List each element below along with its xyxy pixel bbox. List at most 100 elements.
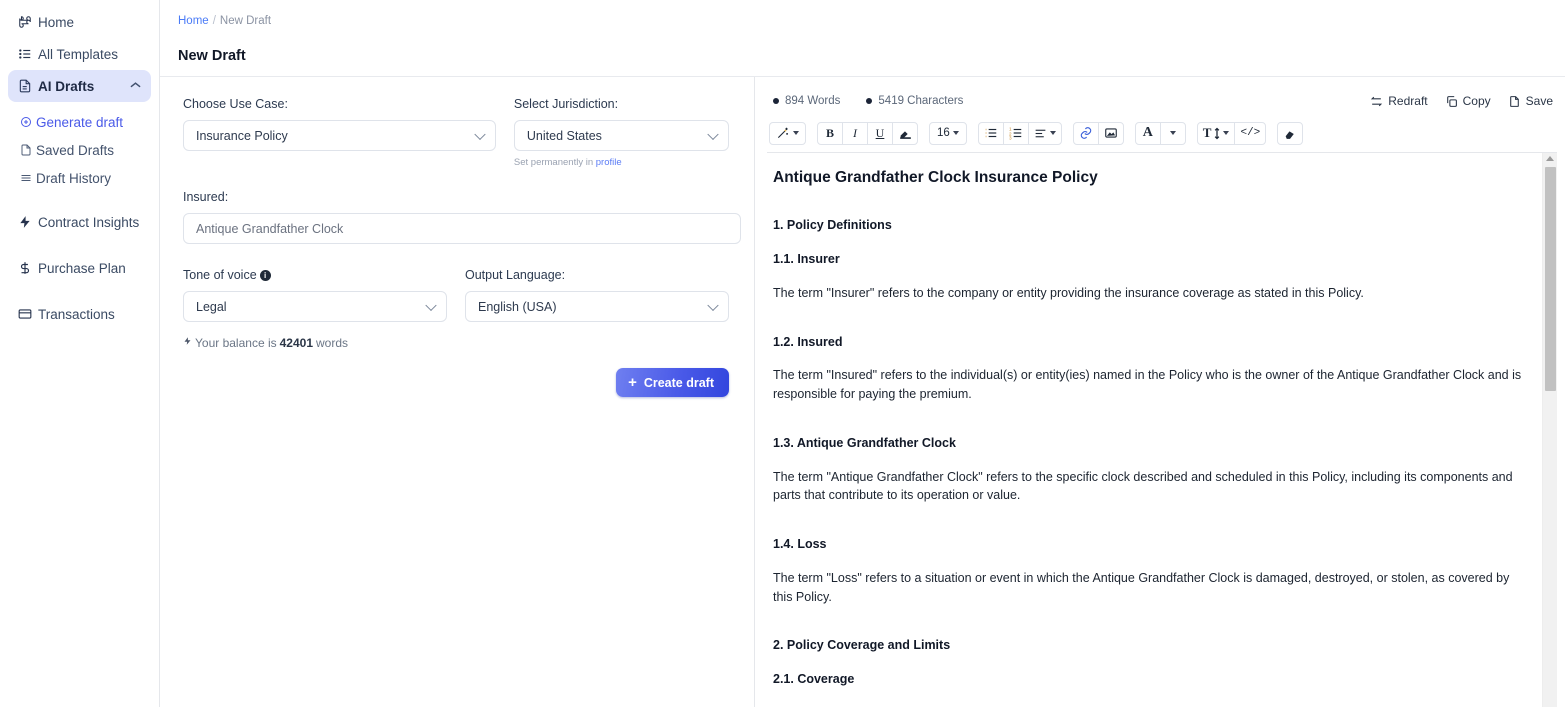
save-label: Save — [1525, 94, 1553, 108]
insured-input[interactable]: Antique Grandfather Clock — [183, 213, 741, 244]
code-button[interactable]: </> — [1234, 121, 1267, 145]
font-size-select[interactable]: 16 — [929, 121, 967, 145]
align-button[interactable] — [1027, 121, 1062, 145]
highlighter-button[interactable] — [892, 121, 918, 145]
dollar-icon — [18, 261, 38, 275]
word-count-label: 894 Words — [785, 95, 841, 107]
scroll-up-arrow-icon[interactable] — [1546, 156, 1554, 161]
sidebar-item-purchase-plan[interactable]: Purchase Plan — [8, 252, 151, 284]
character-count: 5419 Characters — [866, 95, 963, 107]
draft-form: Choose Use Case: Insurance Policy Select… — [160, 77, 755, 707]
numbered-list-button[interactable]: 1 2 3 — [1002, 121, 1029, 145]
form-row-usecase-jurisdiction: Choose Use Case: Insurance Policy Select… — [183, 97, 729, 168]
jurisdiction-select[interactable]: United States — [513, 120, 729, 151]
chevron-down-icon — [707, 299, 719, 311]
bold-button[interactable]: B — [817, 121, 843, 145]
link-button[interactable] — [1072, 121, 1099, 145]
profile-link[interactable]: profile — [596, 157, 622, 168]
document-scroll-area: Antique Grandfather Clock Insurance Poli… — [767, 152, 1557, 707]
list-icon — [18, 47, 38, 61]
chevron-down-icon — [1169, 131, 1176, 135]
bullet-dot-icon — [773, 98, 779, 104]
balance-prefix: Your balance is — [195, 335, 277, 350]
info-icon[interactable]: i — [259, 270, 271, 281]
form-row-tone-language: Tone of voice i Legal Output Language: En… — [183, 268, 729, 322]
document-heading: 1. Policy Definitions — [773, 218, 892, 233]
image-button[interactable] — [1097, 121, 1124, 145]
magic-wand-button[interactable] — [769, 121, 806, 145]
balance-suffix: words — [316, 335, 349, 350]
content-panes: Choose Use Case: Insurance Policy Select… — [160, 76, 1565, 707]
document-scrollbar[interactable] — [1542, 153, 1557, 707]
document-heading: 1.1. Insurer — [773, 252, 840, 266]
sidebar-item-saved-drafts[interactable]: Saved Drafts — [0, 136, 159, 164]
clear-format-button[interactable] — [1277, 121, 1304, 145]
character-count-label: 5419 Characters — [878, 95, 964, 107]
insured-label: Insured: — [183, 190, 229, 204]
document-paragraph: The term "Insured" refers to the individ… — [773, 368, 1522, 401]
use-case-label: Choose Use Case: — [183, 97, 288, 111]
toolbar-group-fontsize: 16 — [929, 121, 967, 145]
sidebar-item-label: Transactions — [38, 306, 115, 322]
chevron-down-icon — [1049, 131, 1056, 135]
toolbar-group-insert — [1072, 121, 1124, 145]
main-area: Home / New Draft New Draft Choose Use Case… — [160, 0, 1565, 707]
svg-text:3: 3 — [1009, 135, 1012, 140]
sidebar-item-contract-insights[interactable]: Contract Insights — [8, 206, 151, 238]
sidebar-item-draft-history[interactable]: Draft History — [0, 164, 159, 192]
page-title: New Draft — [178, 48, 246, 64]
use-case-value: Insurance Policy — [196, 128, 288, 143]
font-color-button[interactable]: A — [1134, 121, 1161, 145]
sidebar-subitem-label: Draft History — [36, 170, 112, 186]
chevron-down-icon — [1223, 131, 1230, 135]
scrollbar-thumb[interactable] — [1545, 167, 1556, 391]
create-draft-button[interactable]: + Create draft — [616, 368, 729, 397]
font-size-value: 16 — [937, 127, 950, 139]
breadcrumb: Home / New Draft — [178, 15, 1565, 27]
redraft-button[interactable]: Redraft — [1370, 94, 1428, 108]
sidebar-item-label: Home — [38, 14, 75, 30]
document-heading: 2.1. Coverage — [773, 672, 855, 686]
balance-amount: 42401 — [279, 335, 313, 350]
chevron-up-icon[interactable] — [130, 81, 141, 92]
bolt-icon — [183, 335, 192, 350]
lines-icon — [20, 172, 36, 184]
use-case-select[interactable]: Insurance Policy — [183, 120, 496, 151]
sidebar-item-all-templates[interactable]: All Templates — [8, 38, 151, 70]
toolbar-group-clear — [1277, 121, 1304, 145]
tone-select[interactable]: Legal — [183, 291, 447, 322]
save-button[interactable]: Save — [1508, 94, 1553, 108]
jurisdiction-hint: Set permanently in profile — [514, 157, 729, 168]
document-paragraph: The term "Insurer" refers to the company… — [773, 285, 1364, 300]
sidebar-item-ai-drafts[interactable]: AI Drafts — [8, 70, 151, 102]
breadcrumb-current: New Draft — [219, 15, 272, 27]
language-select[interactable]: English (USA) — [465, 291, 729, 322]
document-content[interactable]: Antique Grandfather Clock Insurance Poli… — [767, 153, 1542, 707]
sidebar-item-home[interactable]: Home — [8, 6, 151, 38]
field-jurisdiction: Select Jurisdiction: United States Set p… — [513, 97, 729, 168]
breadcrumb-home-link[interactable]: Home — [178, 15, 209, 27]
jurisdiction-label: Select Jurisdiction: — [513, 97, 619, 111]
line-height-button[interactable]: T — [1196, 121, 1236, 145]
sidebar-subitem-label: Saved Drafts — [36, 142, 115, 158]
copy-button[interactable]: Copy — [1445, 94, 1491, 108]
underline-button[interactable]: U — [867, 121, 893, 145]
field-tone: Tone of voice i Legal — [183, 268, 447, 322]
chevron-down-icon — [474, 128, 486, 140]
word-count: 894 Words — [773, 95, 840, 107]
card-icon — [18, 307, 38, 321]
font-color-dropdown[interactable] — [1159, 121, 1186, 145]
save-icon — [1508, 95, 1521, 108]
field-use-case: Choose Use Case: Insurance Policy — [183, 97, 496, 168]
sidebar-item-transactions[interactable]: Transactions — [8, 298, 151, 330]
copy-label: Copy — [1462, 94, 1491, 108]
toolbar-group-spacing: T </> — [1196, 121, 1267, 145]
italic-button[interactable]: I — [842, 121, 868, 145]
sidebar-item-label: AI Drafts — [38, 78, 95, 94]
sidebar-item-generate-draft[interactable]: Generate draft — [0, 108, 159, 136]
document-heading: 1.4. Loss — [773, 537, 827, 551]
bullet-list-button[interactable] — [977, 121, 1004, 145]
chevron-down-icon — [952, 131, 959, 135]
toolbar-group-format: B I U — [817, 121, 918, 145]
tone-label-text: Tone of voice — [183, 268, 257, 282]
